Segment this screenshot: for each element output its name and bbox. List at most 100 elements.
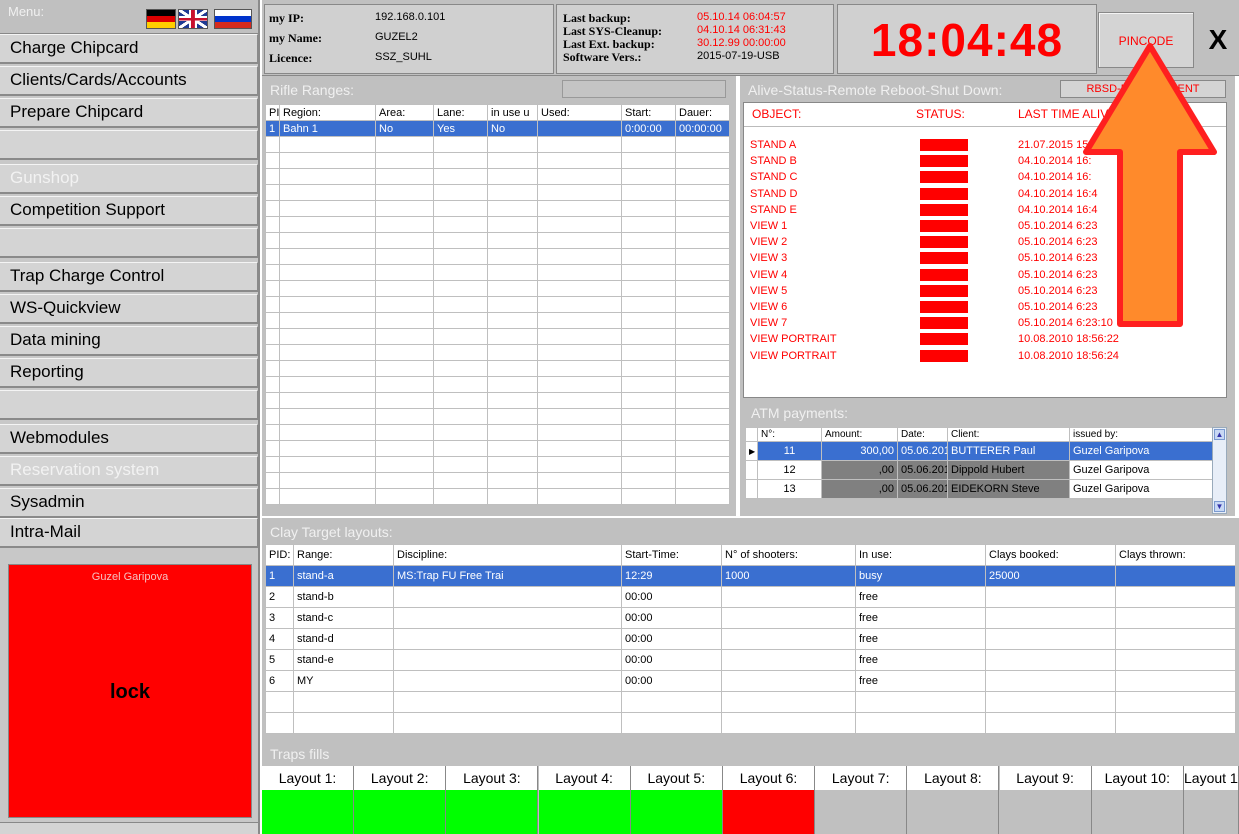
table-cell — [375, 296, 434, 313]
menu-item-clients-cards-accounts[interactable]: Clients/Cards/Accounts — [0, 66, 258, 96]
menu-item-data-mining[interactable]: Data mining — [0, 326, 258, 356]
clay-layout-row[interactable] — [265, 691, 1236, 713]
rifle-range-row[interactable] — [265, 296, 730, 313]
rifle-range-row[interactable] — [265, 472, 730, 489]
trap-layout-cell[interactable]: Layout 3: — [446, 766, 539, 834]
clay-layout-row[interactable]: 1 stand-a MS:Trap FU Free Trai 12:29 1000 bus… — [265, 565, 1236, 587]
table-cell: 00:00 — [621, 607, 722, 629]
table-cell — [675, 472, 730, 489]
rifle-range-row[interactable] — [265, 376, 730, 393]
rifle-range-row[interactable] — [265, 168, 730, 185]
trap-layout-cell[interactable]: Layout 9: — [999, 766, 1092, 834]
rifle-range-row[interactable] — [265, 408, 730, 425]
table-cell — [393, 712, 622, 734]
table-cell — [621, 136, 676, 153]
russian-flag-icon[interactable] — [214, 9, 252, 29]
trap-layout-cell[interactable]: Layout 4: — [538, 766, 631, 834]
rifle-range-row[interactable] — [265, 440, 730, 457]
trap-layout-cell[interactable]: Layout 10: — [1091, 766, 1184, 834]
alive-object: STAND D — [750, 187, 798, 200]
row-marker — [745, 479, 758, 499]
table-cell — [985, 628, 1116, 650]
clay-layout-row[interactable]: 2 stand-b 00:00 free — [265, 586, 1236, 608]
rifle-range-row[interactable] — [265, 344, 730, 361]
menu-item-competition-support[interactable]: Competition Support — [0, 196, 258, 226]
rifle-range-row[interactable] — [265, 248, 730, 265]
table-cell — [375, 376, 434, 393]
rifle-range-row[interactable] — [265, 312, 730, 329]
rifle-range-row[interactable] — [265, 152, 730, 169]
rifle-range-row[interactable] — [265, 200, 730, 217]
trap-layout-cell[interactable]: Layout 2: — [354, 766, 447, 834]
table-cell — [487, 184, 538, 201]
clay-layout-row[interactable]: 4 stand-d 00:00 free — [265, 628, 1236, 650]
clay-layout-row[interactable]: 6 MY 00:00 free — [265, 670, 1236, 692]
trap-layout-cell[interactable]: Layout 5: — [630, 766, 723, 834]
rifle-range-row[interactable] — [265, 216, 730, 233]
rifle-range-row[interactable] — [265, 328, 730, 345]
main-menu: Menu: Charge Chipcard Clients/Cards/Accou… — [0, 0, 260, 834]
rifle-range-row[interactable] — [265, 136, 730, 153]
atm-scrollbar[interactable]: ▲ ▼ — [1212, 427, 1227, 514]
scroll-up-icon[interactable]: ▲ — [1214, 429, 1225, 440]
traps-fills-panel: Traps fills Layout 1: Layout 2: Layout 3: L… — [262, 742, 1239, 834]
atm-payment-row[interactable]: ▶11300,0005.06.2015BUTTERER PaulGuzel Ga… — [745, 441, 1214, 461]
scroll-down-icon[interactable]: ▼ — [1214, 501, 1225, 512]
rifle-range-row[interactable] — [265, 456, 730, 473]
menu-item-trap-charge-control[interactable]: Trap Charge Control — [0, 262, 258, 292]
atm-payment-row[interactable]: 13,0005.06.2015EIDEKORN SteveGuzel Garip… — [745, 479, 1214, 499]
rifle-range-row[interactable] — [265, 264, 730, 281]
rifle-range-row[interactable] — [265, 184, 730, 201]
table-cell — [265, 136, 280, 153]
rifle-range-row[interactable] — [265, 488, 730, 505]
trap-fill-indicator — [538, 790, 630, 834]
table-cell — [265, 248, 280, 265]
rifle-range-row[interactable] — [265, 392, 730, 409]
menu-item-charge-chipcard[interactable]: Charge Chipcard — [0, 34, 258, 64]
table-cell — [293, 691, 394, 713]
menu-item-sysadmin[interactable]: Sysadmin — [0, 488, 258, 518]
clay-layout-row[interactable]: 3 stand-c 00:00 free — [265, 607, 1236, 629]
trap-layout-label: Layout 10: — [1091, 766, 1183, 790]
menu-item-webmodules[interactable]: Webmodules — [0, 424, 258, 454]
lock-button[interactable]: Guzel Garipova lock — [8, 564, 252, 818]
menu-item-reporting[interactable]: Reporting — [0, 358, 258, 388]
atm-payments-title: ATM payments: — [743, 402, 1227, 424]
table-cell — [265, 328, 280, 345]
trap-layout-cell[interactable]: Layout 8: — [907, 766, 1000, 834]
menu-item-prepare-chipcard[interactable]: Prepare Chipcard — [0, 98, 258, 128]
atm-payment-row[interactable]: 12,0005.06.2015Dippold HubertGuzel Garip… — [745, 460, 1214, 480]
clay-layout-row[interactable]: 5 stand-e 00:00 free — [265, 649, 1236, 671]
rifle-range-row[interactable]: 1 Bahn 1 No Yes No 0:00:00 00:00:00 — [265, 120, 730, 137]
column-header: Region: — [279, 104, 376, 121]
trap-layout-cell[interactable]: Layout 6: — [723, 766, 815, 834]
trap-layout-cell[interactable]: Layout 7: — [815, 766, 908, 834]
trap-layout-cell[interactable]: Layout 11: — [1184, 766, 1239, 834]
trap-layout-cell[interactable]: Layout 1: — [262, 766, 354, 834]
name-label: my Name: — [269, 31, 322, 45]
rifle-range-row[interactable] — [265, 232, 730, 249]
rifle-range-row[interactable] — [265, 360, 730, 377]
table-cell — [487, 328, 538, 345]
table-cell — [279, 296, 376, 313]
column-header: Dauer: — [675, 104, 730, 121]
uk-flag-icon[interactable] — [178, 9, 208, 29]
german-flag-icon[interactable] — [146, 9, 176, 29]
alive-status-indicator — [920, 187, 968, 200]
table-cell — [393, 607, 622, 629]
table-cell: 6 — [265, 670, 294, 692]
clay-layout-row[interactable] — [265, 712, 1236, 734]
table-cell — [375, 472, 434, 489]
table-cell — [375, 168, 434, 185]
software-label: Software Vers.: — [563, 50, 642, 64]
menu-item-ws-quickview[interactable]: WS-Quickview — [0, 294, 258, 324]
menu-item-blank-6 — [0, 228, 258, 258]
menu-item-intra-mail[interactable]: Intra-Mail — [0, 518, 258, 548]
table-cell — [537, 296, 622, 313]
table-cell — [433, 440, 488, 457]
rifle-range-row[interactable] — [265, 424, 730, 441]
table-cell — [675, 280, 730, 297]
ext-backup-value: 30.12.99 00:00:00 — [697, 37, 786, 49]
rifle-range-row[interactable] — [265, 280, 730, 297]
table-cell — [985, 691, 1116, 713]
